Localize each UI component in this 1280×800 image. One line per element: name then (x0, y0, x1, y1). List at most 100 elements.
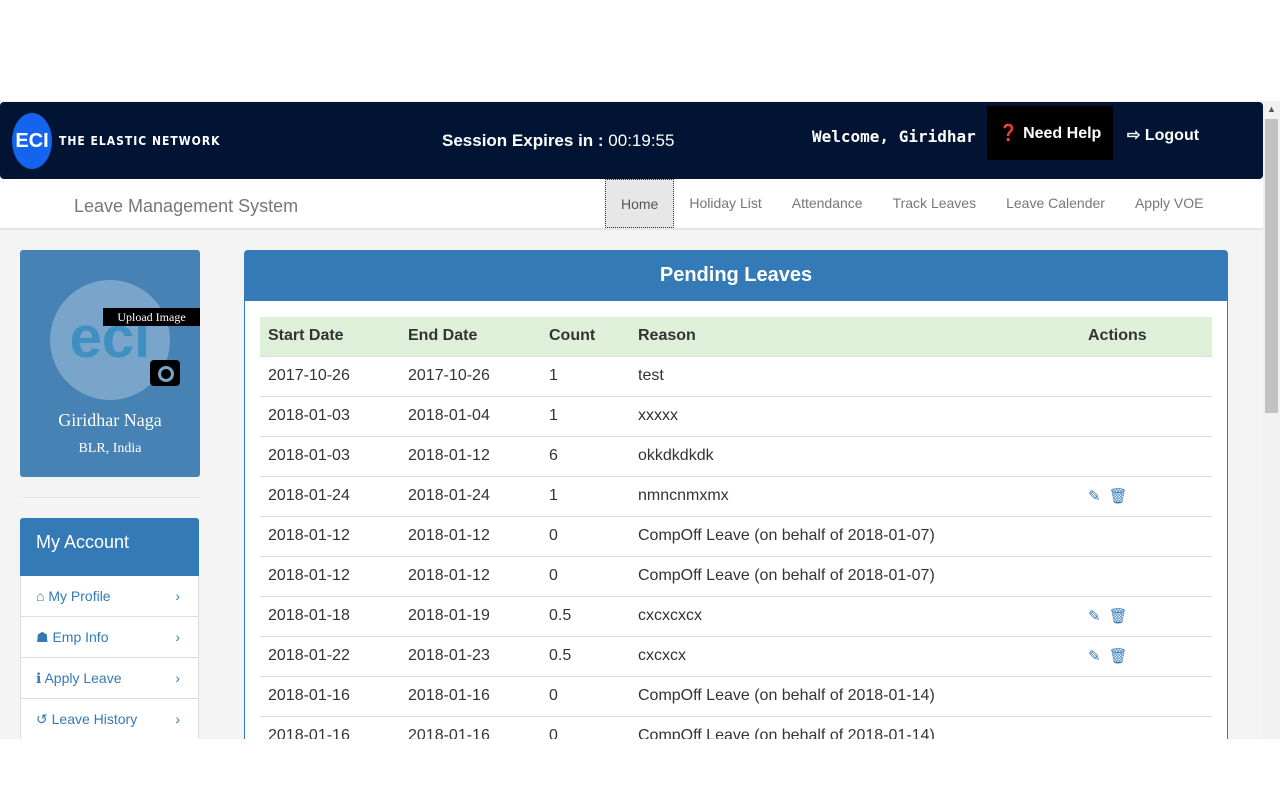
page-frame: ECI THE ELASTIC NETWORK Session Expires … (0, 101, 1263, 739)
sidebar-item-label: Emp Info (52, 629, 109, 645)
start-date-cell: 2018-01-22 (260, 635, 400, 676)
edit-pencil-icon[interactable]: ✎ (1088, 488, 1101, 505)
trash-icon[interactable]: 🗑 (1109, 648, 1128, 665)
reason-cell: xxxxx (630, 395, 1080, 436)
session-label: Session Expires in : (442, 131, 604, 150)
table-row: 2018-01-16 2018-01-16 0 CompOff Leave (on b… (260, 715, 1212, 739)
end-date-cell: 2018-01-04 (400, 395, 541, 436)
scroll-up-arrow-icon[interactable]: ▲ (1263, 101, 1280, 118)
my-account-menu: My Account ⌂ My Profile › ☗ Emp Info › ℹ App… (20, 518, 199, 739)
chevron-right-icon: › (175, 670, 180, 686)
nav-holiday-list[interactable]: Holiday List (674, 179, 776, 228)
end-date-cell: 2018-01-16 (400, 715, 541, 739)
reason-cell: okkdkdkdk (630, 435, 1080, 476)
upload-image-button[interactable]: Upload Image (103, 308, 200, 326)
end-date-cell: 2018-01-19 (400, 595, 541, 636)
start-date-cell: 2018-01-12 (260, 515, 400, 556)
trash-icon[interactable]: 🗑 (1109, 608, 1128, 625)
end-date-cell: 2018-01-12 (400, 435, 541, 476)
column-header: Start Date (260, 317, 400, 356)
reason-cell: CompOff Leave (on behalf of 2018-01-14) (630, 675, 1080, 716)
pending-leaves-panel: Pending Leaves Start Date End Date Count Re… (244, 250, 1228, 739)
reason-cell: test (630, 355, 1080, 396)
actions-cell (1080, 555, 1212, 596)
pending-leaves-title: Pending Leaves (245, 251, 1227, 301)
start-date-cell: 2018-01-03 (260, 395, 400, 436)
top-bar: ECI THE ELASTIC NETWORK Session Expires … (0, 102, 1263, 179)
table-row: 2017-10-26 2017-10-26 1 test (260, 355, 1212, 396)
reason-cell: CompOff Leave (on behalf of 2018-01-14) (630, 715, 1080, 739)
column-header: Actions (1080, 317, 1212, 356)
start-date-cell: 2018-01-12 (260, 555, 400, 596)
sidebar-item-leave-history[interactable]: ↺ Leave History › (20, 699, 199, 739)
start-date-cell: 2018-01-24 (260, 475, 400, 516)
count-cell: 0 (541, 675, 630, 716)
camera-icon[interactable] (150, 360, 180, 386)
actions-cell (1080, 715, 1212, 739)
count-cell: 0.5 (541, 595, 630, 636)
home-icon: ⌂ (36, 588, 45, 604)
brand[interactable]: Leave Management System (74, 196, 298, 217)
question-circle-icon: ❓ (998, 125, 1019, 142)
start-date-cell: 2018-01-16 (260, 675, 400, 716)
table-row: 2018-01-22 2018-01-23 0.5 cxcxcx ✎ 🗑 (260, 635, 1212, 676)
actions-cell (1080, 675, 1212, 716)
edit-pencil-icon[interactable]: ✎ (1088, 608, 1101, 625)
reason-cell: CompOff Leave (on behalf of 2018-01-07) (630, 555, 1080, 596)
reason-cell: cxcxcx (630, 635, 1080, 676)
pending-leaves-table: Start Date End Date Count Reason Actions 2017… (260, 317, 1212, 739)
end-date-cell: 2018-01-12 (400, 515, 541, 556)
start-date-cell: 2018-01-03 (260, 435, 400, 476)
sidebar-item-label: My Profile (48, 588, 111, 604)
chevron-right-icon: › (175, 588, 180, 604)
actions-cell: ✎ 🗑 (1080, 595, 1212, 636)
start-date-cell: 2018-01-18 (260, 595, 400, 636)
chevron-right-icon: › (175, 711, 180, 727)
need-help-button[interactable]: ❓ Need Help (987, 106, 1113, 160)
column-header: Reason (630, 317, 1080, 356)
nav-apply-voe[interactable]: Apply VOE (1120, 179, 1218, 228)
my-account-title: My Account (20, 518, 199, 576)
scrollbar[interactable]: ▲ (1263, 101, 1280, 739)
edit-pencil-icon[interactable]: ✎ (1088, 648, 1101, 665)
welcome-text: Welcome, Giridhar (812, 127, 976, 146)
table-row: 2018-01-16 2018-01-16 0 CompOff Leave (on b… (260, 675, 1212, 716)
trash-icon[interactable]: 🗑 (1109, 488, 1128, 505)
count-cell: 0 (541, 515, 630, 556)
end-date-cell: 2018-01-16 (400, 675, 541, 716)
column-header: End Date (400, 317, 541, 356)
scrollbar-thumb[interactable] (1265, 119, 1278, 413)
table-row: 2018-01-18 2018-01-19 0.5 cxcxcxcx ✎ 🗑 (260, 595, 1212, 636)
start-date-cell: 2017-10-26 (260, 355, 400, 396)
nav-track-leaves[interactable]: Track Leaves (878, 179, 992, 228)
nav-attendance[interactable]: Attendance (777, 179, 878, 228)
table-row: 2018-01-03 2018-01-04 1 xxxxx (260, 395, 1212, 436)
sidebar-item-label: Leave History (51, 711, 138, 727)
divider (20, 497, 200, 498)
profile-name: Giridhar Naga (58, 410, 162, 430)
chevron-right-icon: › (175, 629, 180, 645)
actions-cell: ✎ 🗑 (1080, 475, 1212, 516)
nav-leave-calender[interactable]: Leave Calender (991, 179, 1120, 228)
sidebar-item-my-profile[interactable]: ⌂ My Profile › (20, 576, 199, 617)
sidebar-item-emp-info[interactable]: ☗ Emp Info › (20, 617, 199, 658)
count-cell: 0.5 (541, 635, 630, 676)
session-timer: Session Expires in : 00:19:55 (442, 131, 674, 151)
table-row: 2018-01-12 2018-01-12 0 CompOff Leave (on b… (260, 555, 1212, 596)
session-time: 00:19:55 (608, 131, 675, 150)
actions-cell (1080, 395, 1212, 436)
sidebar-item-apply-leave[interactable]: ℹ Apply Leave › (20, 658, 199, 699)
logout-button[interactable]: ⇨ Logout (1127, 125, 1199, 145)
end-date-cell: 2018-01-24 (400, 475, 541, 516)
sidebar-item-label: Apply Leave (44, 670, 122, 686)
reason-cell: CompOff Leave (on behalf of 2018-01-07) (630, 515, 1080, 556)
need-help-label: Need Help (1023, 125, 1102, 142)
logout-label: Logout (1144, 127, 1200, 144)
count-cell: 1 (541, 395, 630, 436)
nav-home[interactable]: Home (605, 179, 675, 228)
actions-cell: ✎ 🗑 (1080, 635, 1212, 676)
reason-cell: cxcxcxcx (630, 595, 1080, 636)
end-date-cell: 2018-01-23 (400, 635, 541, 676)
count-cell: 1 (541, 475, 630, 516)
actions-cell (1080, 515, 1212, 556)
